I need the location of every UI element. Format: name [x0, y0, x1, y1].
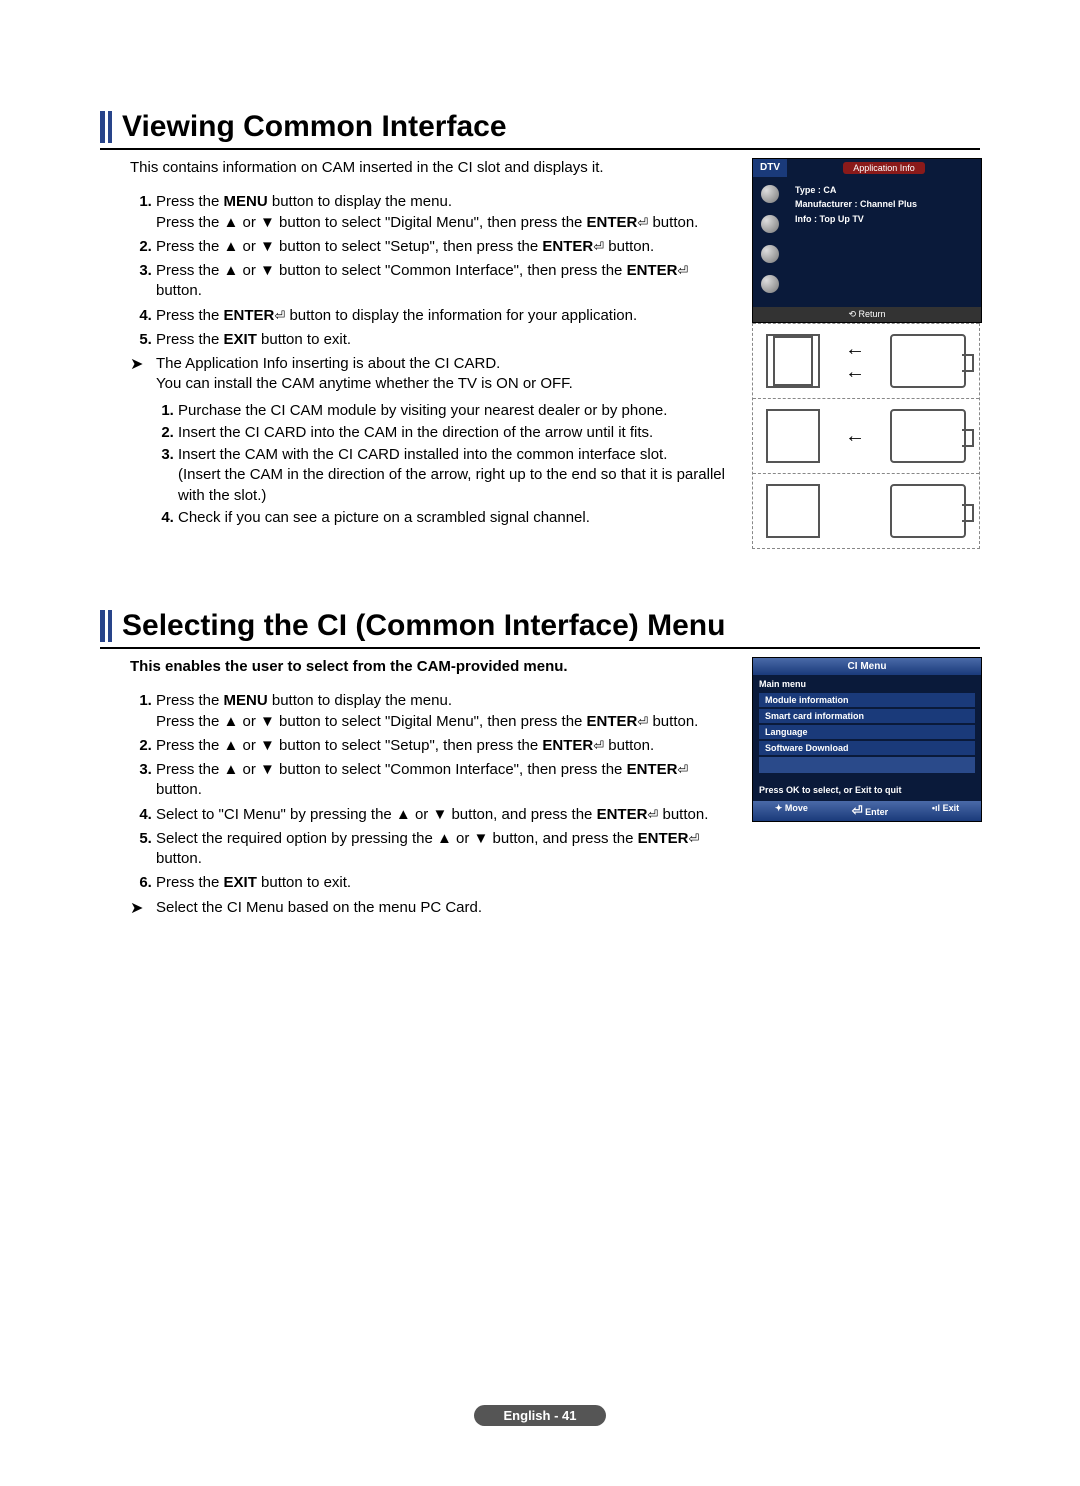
ci-menu-item: Software Download: [759, 741, 975, 755]
clock-icon: [761, 215, 779, 233]
ci-menu-item: Smart card information: [759, 709, 975, 723]
note-arrow-icon: ➤: [130, 354, 156, 530]
note-arrow-icon: ➤: [130, 898, 156, 920]
dtv-return-label: Return: [753, 307, 981, 322]
gear-icon: [761, 245, 779, 263]
heading: Viewing Common Interface: [122, 110, 507, 144]
arrow-left-icon: ←: [845, 425, 865, 448]
step-4: Press the ENTER⏎ button to display the i…: [156, 307, 637, 324]
enter-icon: ⏎: [274, 307, 285, 325]
step-5: Select the required option by pressing t…: [156, 830, 699, 867]
instruction-text: This enables the user to select from the…: [100, 657, 732, 919]
ci-menu-prompt: Press OK to select, or Exit to quit: [753, 779, 981, 801]
step-3: Press the ▲ or ▼ button to select "Commo…: [156, 262, 688, 299]
enter-label: ⏎ Enter: [852, 803, 888, 819]
lock-icon: [761, 275, 779, 293]
intro-text: This enables the user to select from the…: [130, 657, 732, 677]
title-bars-icon: [100, 610, 112, 642]
substep-2: Insert the CI CARD into the CAM in the d…: [178, 424, 653, 441]
intro-text: This contains information on CAM inserte…: [130, 158, 732, 178]
section-title: Selecting the CI (Common Interface) Menu: [100, 609, 980, 649]
cam-slot-icon: [766, 409, 820, 463]
exit-label: •ıl Exit: [932, 803, 959, 819]
step-4: Select to "CI Menu" by pressing the ▲ or…: [156, 806, 708, 823]
globe-icon: [761, 185, 779, 203]
instruction-text: This contains information on CAM inserte…: [100, 158, 732, 549]
substep-3: Insert the CAM with the CI CARD installe…: [178, 446, 725, 504]
section-viewing-ci: Viewing Common Interface This contains i…: [100, 110, 980, 549]
substep-1: Purchase the CI CAM module by visiting y…: [178, 402, 667, 419]
install-diagrams: ←← ←: [752, 323, 980, 549]
screenshot-column: CI Menu Main menu Module information Sma…: [752, 657, 980, 919]
step-2: Press the ▲ or ▼ button to select "Setup…: [156, 238, 654, 255]
steps-list: Press the MENU button to display the men…: [130, 691, 732, 893]
sub-steps-list: Purchase the CI CAM module by visiting y…: [156, 401, 732, 529]
section-selecting-ci-menu: Selecting the CI (Common Interface) Menu…: [100, 609, 980, 919]
diagram-2: ←: [753, 398, 979, 473]
ci-menu-item: Module information: [759, 693, 975, 707]
ci-menu-list: Module information Smart card informatio…: [753, 693, 981, 779]
page-footer: English - 41: [0, 1405, 1080, 1426]
enter-icon: ⏎: [677, 262, 688, 280]
arrow-left-icon: ←←: [845, 338, 865, 384]
cam-slot-icon: [766, 484, 820, 538]
substep-4: Check if you can see a picture on a scra…: [178, 509, 590, 526]
dtv-title: Application Info: [843, 162, 925, 174]
diagram-3: [753, 473, 979, 548]
ci-menu-item: Language: [759, 725, 975, 739]
step-1: Press the MENU button to display the men…: [156, 193, 698, 230]
dtv-tag: DTV: [753, 159, 787, 177]
step-2: Press the ▲ or ▼ button to select "Setup…: [156, 737, 654, 754]
enter-icon: ⏎: [637, 214, 648, 232]
manual-page: Viewing Common Interface This contains i…: [0, 0, 1080, 1486]
section-title: Viewing Common Interface: [100, 110, 980, 150]
enter-icon: ⏎: [677, 761, 688, 779]
ci-menu-subtitle: Main menu: [753, 675, 981, 693]
step-5: Press the EXIT button to exit.: [156, 331, 351, 348]
tv-icon: [890, 334, 966, 388]
screenshot-column: DTV Application Info Type : CA Manufact: [752, 158, 980, 549]
tv-icon: [890, 484, 966, 538]
note-body: The Application Info inserting is about …: [156, 354, 732, 530]
cam-slot-icon: [766, 334, 820, 388]
dtv-screenshot: DTV Application Info Type : CA Manufact: [752, 158, 982, 323]
steps-list: Press the MENU button to display the men…: [130, 192, 732, 350]
enter-icon: ⏎: [688, 830, 699, 848]
title-bars-icon: [100, 111, 112, 143]
dtv-content: Type : CA Manufacturer : Channel Plus In…: [787, 177, 981, 307]
tv-icon: [890, 409, 966, 463]
dtv-sidebar: [753, 177, 787, 307]
enter-icon: ⏎: [647, 806, 658, 824]
step-6: Press the EXIT button to exit.: [156, 874, 351, 891]
ci-menu-footer: ✦ Move ⏎ Enter •ıl Exit: [753, 801, 981, 821]
ci-menu-screenshot: CI Menu Main menu Module information Sma…: [752, 657, 982, 822]
step-3: Press the ▲ or ▼ button to select "Commo…: [156, 761, 688, 798]
page-number-badge: English - 41: [474, 1405, 607, 1426]
ci-menu-item-blank: [759, 757, 975, 773]
move-label: ✦ Move: [775, 803, 808, 819]
heading: Selecting the CI (Common Interface) Menu: [122, 609, 725, 643]
enter-icon: ⏎: [593, 737, 604, 755]
enter-icon: ⏎: [637, 713, 648, 731]
ci-menu-title: CI Menu: [753, 658, 981, 675]
enter-icon: ⏎: [593, 238, 604, 256]
diagram-1: ←←: [753, 323, 979, 398]
step-1: Press the MENU button to display the men…: [156, 692, 698, 729]
note-body: Select the CI Menu based on the menu PC …: [156, 898, 732, 920]
